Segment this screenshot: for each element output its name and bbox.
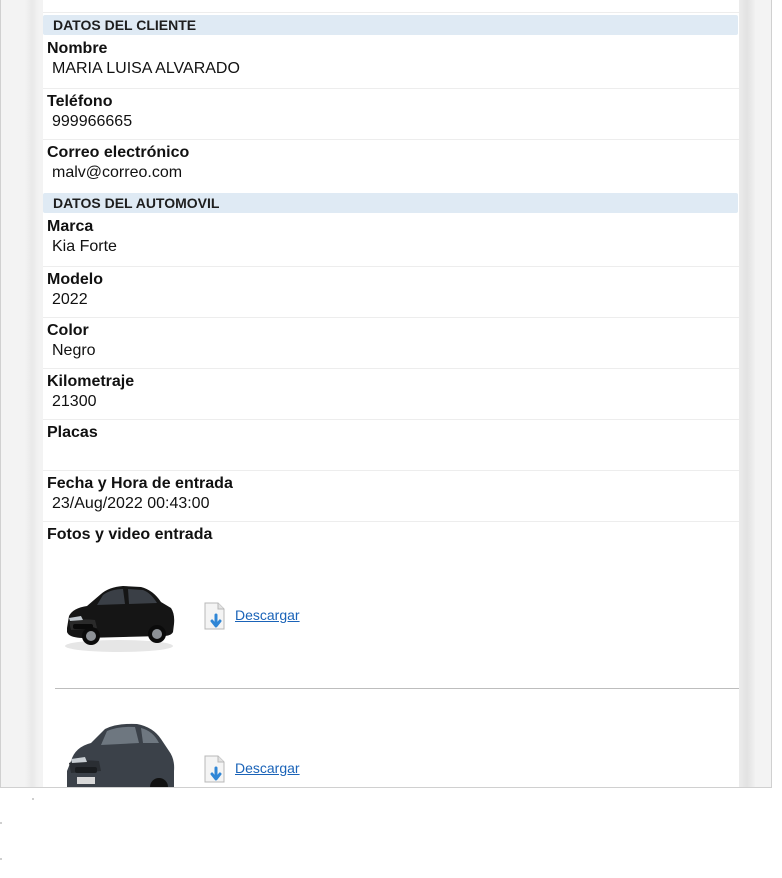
field-color: Color Negro [43,318,739,369]
record-frame: DATOS DEL CLIENTE Nombre MARIA LUISA ALV… [0,0,772,788]
download-link[interactable]: Descargar [235,760,300,776]
section-header-automovil: DATOS DEL AUTOMOVIL [43,193,738,213]
field-label: Fecha y Hora de entrada [47,475,233,492]
field-label: Nombre [47,40,108,57]
field-label: Placas [47,424,98,441]
field-nombre: Nombre MARIA LUISA ALVARADO [43,36,739,89]
field-value: MARIA LUISA ALVARADO [52,60,240,77]
field-value: 2022 [52,291,88,308]
field-label: Color [47,322,89,339]
download-file-icon[interactable] [203,755,227,783]
field-value: 999966665 [52,113,133,130]
download-file-icon[interactable] [203,602,227,630]
frame-gutter-right [739,0,755,787]
clipped-previous-row [43,0,739,13]
stray-dot [0,822,2,824]
field-marca: Marca Kia Forte [43,214,739,267]
field-kilometraje: Kilometraje 21300 [43,369,739,420]
download-link[interactable]: Descargar [235,607,300,623]
record-content: DATOS DEL CLIENTE Nombre MARIA LUISA ALV… [43,0,739,788]
field-label: Correo electrónico [47,144,190,161]
section-header-cliente: DATOS DEL CLIENTE [43,15,738,35]
field-value: Kia Forte [52,238,117,255]
field-value: 21300 [52,393,97,410]
field-value: Negro [52,342,96,359]
stray-dot [32,798,34,800]
field-label: Modelo [47,271,103,288]
field-correo: Correo electrónico malv@correo.com [43,140,739,192]
field-value: 23/Aug/2022 00:43:00 [52,495,210,512]
media-divider [55,688,739,689]
black-sedan-photo[interactable] [61,578,177,654]
field-modelo: Modelo 2022 [43,267,739,318]
field-telefono: Teléfono 999966665 [43,89,739,140]
field-label: Kilometraje [47,373,135,390]
stray-dot [0,858,2,860]
frame-gutter-left [25,0,39,787]
field-value: malv@correo.com [52,164,183,181]
media-item: Descargar [43,701,739,788]
media-item: Descargar [43,548,739,688]
field-fecha-entrada: Fecha y Hora de entrada 23/Aug/2022 00:4… [43,471,739,522]
field-label: Teléfono [47,93,113,110]
field-label: Fotos y video entrada [47,526,213,543]
field-label: Marca [47,218,94,235]
field-placas: Placas [43,420,739,471]
gray-hatchback-photo[interactable] [61,721,177,788]
